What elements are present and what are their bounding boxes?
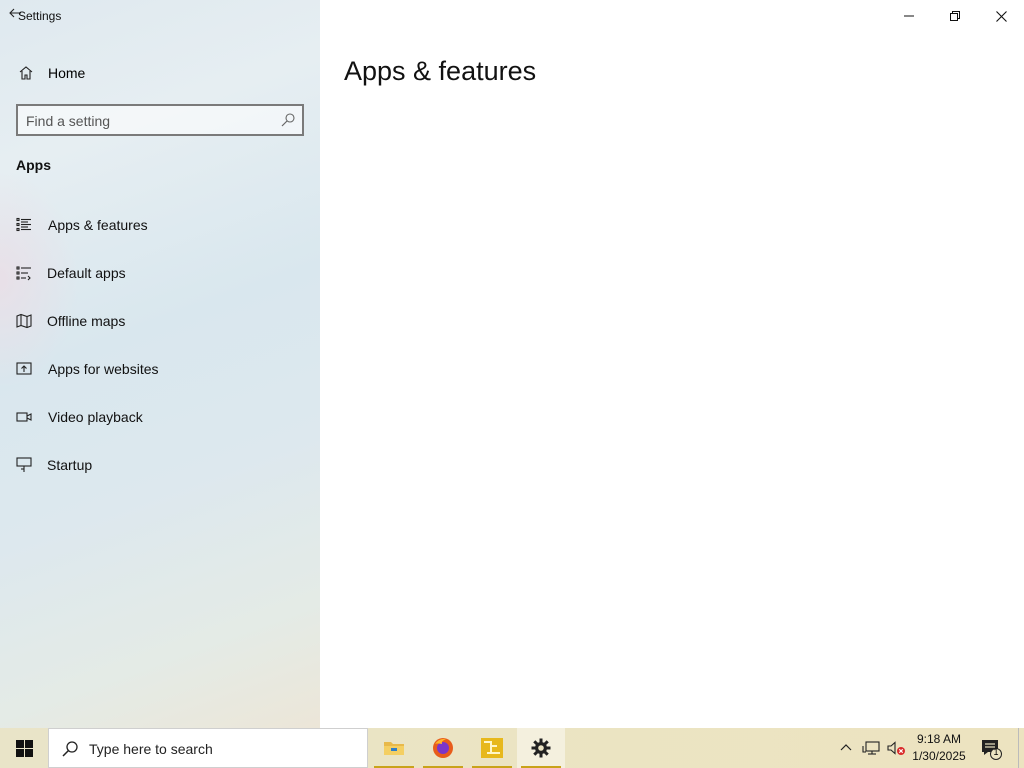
show-desktop-button[interactable] <box>1018 728 1024 768</box>
search-icon <box>62 741 78 757</box>
clock-date: 1/30/2025 <box>912 749 966 763</box>
firefox-icon <box>433 738 453 758</box>
sidebar-item-label: Apps for websites <box>48 361 159 377</box>
taskbar-yellow-app[interactable] <box>468 728 516 768</box>
sidebar-item-apps-features[interactable]: Apps & features <box>0 205 320 245</box>
notification-count: 1 <box>993 747 999 757</box>
minimize-button[interactable] <box>886 0 932 32</box>
restore-icon <box>950 11 960 21</box>
sidebar-item-default-apps[interactable]: Default apps <box>0 253 320 293</box>
sidebar-item-video-playback[interactable]: Video playback <box>0 397 320 437</box>
network-icon[interactable] <box>862 740 880 756</box>
sidebar-item-label: Offline maps <box>47 313 126 329</box>
home-label: Home <box>48 65 86 81</box>
sidebar-item-label: Apps & features <box>48 217 148 233</box>
clock-time: 9:18 AM <box>916 732 962 746</box>
show-hidden-icons-chevron-icon[interactable] <box>838 740 854 756</box>
startup-icon <box>16 457 32 472</box>
app-yellow-icon <box>481 738 503 758</box>
section-title-apps: Apps <box>16 157 51 173</box>
file-explorer-icon <box>384 742 404 755</box>
windows-logo-icon <box>15 739 33 757</box>
action-center-button[interactable]: 1 <box>980 738 1002 760</box>
volume-muted-icon[interactable] <box>886 740 906 756</box>
close-button[interactable] <box>978 0 1024 32</box>
settings-gear-icon <box>531 738 551 758</box>
map-icon <box>16 313 32 329</box>
sidebar-item-startup[interactable]: Startup <box>0 445 320 485</box>
taskbar-search-placeholder: Type here to search <box>89 741 213 757</box>
restore-button[interactable] <box>932 0 978 32</box>
minimize-icon <box>904 15 914 17</box>
sidebar-item-label: Default apps <box>47 265 126 281</box>
find-setting-search[interactable] <box>16 104 304 136</box>
default-apps-icon <box>16 266 31 281</box>
taskbar: Type here to search 9:18 AM 1/30/2025 1 <box>0 728 1024 768</box>
taskbar-settings[interactable] <box>517 728 565 768</box>
video-icon <box>16 412 32 422</box>
home-icon <box>19 66 33 80</box>
page-title: Apps & features <box>344 56 537 86</box>
home-nav-item[interactable]: Home <box>16 60 306 86</box>
taskbar-clock[interactable]: 9:18 AM 1/30/2025 <box>906 731 972 765</box>
title-bar: Settings <box>0 0 1024 32</box>
search-icon[interactable] <box>280 112 296 128</box>
settings-window: Home Apps Apps & features <box>0 0 1024 728</box>
sidebar: Home Apps Apps & features <box>0 0 320 728</box>
find-setting-input[interactable] <box>26 111 266 131</box>
start-button[interactable] <box>0 728 48 768</box>
apps-features-icon <box>16 217 31 232</box>
open-in-app-icon <box>16 362 32 375</box>
taskbar-file-explorer[interactable] <box>370 728 418 768</box>
taskbar-search-box[interactable]: Type here to search <box>48 728 368 768</box>
sidebar-item-label: Video playback <box>48 409 143 425</box>
sidebar-item-offline-maps[interactable]: Offline maps <box>0 301 320 341</box>
sidebar-item-label: Startup <box>47 457 93 473</box>
sidebar-item-apps-for-websites[interactable]: Apps for websites <box>0 349 320 389</box>
close-icon <box>995 10 1007 22</box>
taskbar-firefox[interactable] <box>419 728 467 768</box>
window-title: Settings <box>18 9 62 23</box>
